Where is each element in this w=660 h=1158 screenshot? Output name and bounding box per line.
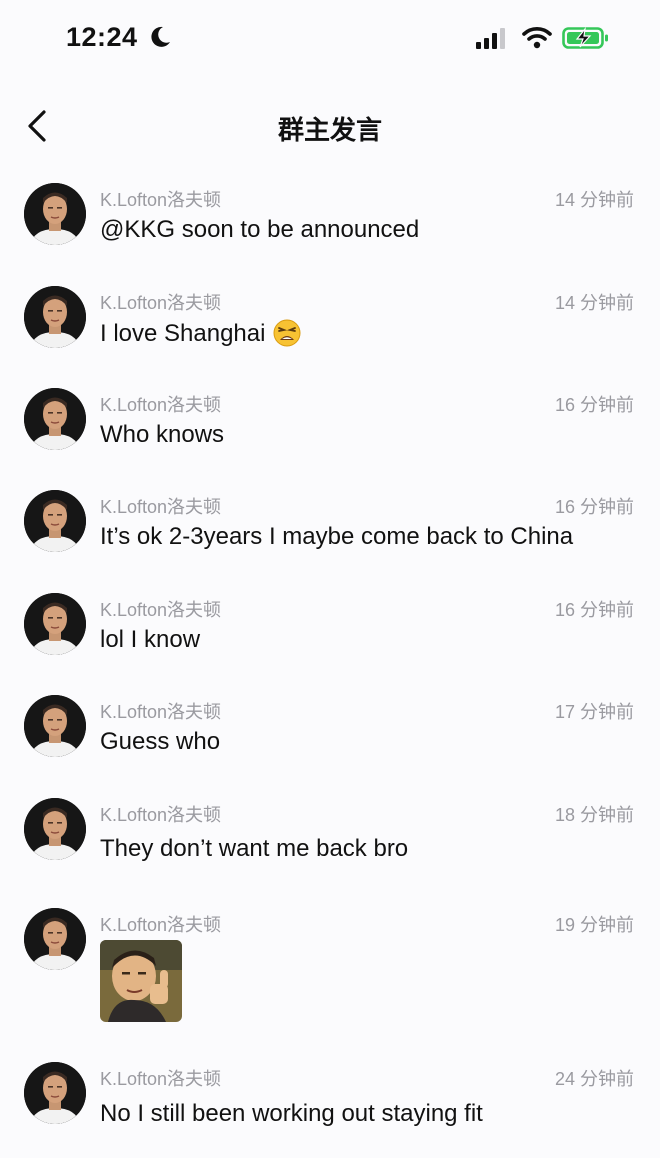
profile-photo-icon (24, 908, 86, 970)
avatar[interactable] (24, 593, 86, 655)
sender-name[interactable]: K.Lofton洛夫顿 (100, 596, 221, 622)
message-time: 14 分钟前 (554, 190, 634, 210)
profile-photo-icon (24, 695, 86, 757)
message-text: Who knows (100, 421, 225, 448)
sender-name[interactable]: K.Lofton洛夫顿 (100, 911, 221, 937)
moon-icon (151, 26, 170, 47)
message-text: No I still been working out staying fit (100, 1100, 483, 1127)
message-time: 16 分钟前 (554, 395, 634, 415)
cellular-signal-icon (476, 28, 505, 49)
message-text: @KKG soon to be announced (100, 216, 420, 243)
message-text-row: I love Shanghai (100, 319, 301, 348)
avatar[interactable] (24, 286, 86, 348)
page-title: 群主发言 (277, 115, 382, 145)
message-text: lol I know (100, 626, 201, 653)
avatar[interactable] (24, 490, 86, 552)
message-text: Guess who (100, 728, 221, 755)
profile-photo-icon (24, 1062, 86, 1124)
message-time: 19 分钟前 (554, 915, 634, 935)
weary-face-emoji-icon (273, 319, 301, 347)
message-time: 18 分钟前 (554, 805, 634, 825)
sender-name[interactable]: K.Lofton洛夫顿 (100, 289, 221, 315)
profile-photo-icon (24, 593, 86, 655)
sender-name[interactable]: K.Lofton洛夫顿 (100, 801, 221, 827)
message-time: 17 分钟前 (554, 702, 634, 722)
message-text: They don’t want me back bro (100, 835, 409, 862)
sender-name[interactable]: K.Lofton洛夫顿 (100, 186, 221, 212)
avatar[interactable] (24, 908, 86, 970)
message-text: It’s ok 2-3years I maybe come back to Ch… (100, 523, 574, 550)
status-time: 12:24 (66, 22, 138, 52)
nav-bar: 群主发言 (0, 96, 660, 156)
message-time: 16 分钟前 (554, 497, 634, 517)
avatar[interactable] (24, 183, 86, 245)
sender-name[interactable]: K.Lofton洛夫顿 (100, 1065, 221, 1091)
profile-photo-icon (24, 490, 86, 552)
message-text: I love Shanghai (100, 320, 266, 347)
profile-photo-icon (24, 388, 86, 450)
sender-name[interactable]: K.Lofton洛夫顿 (100, 391, 221, 417)
status-bar: 12:24 (0, 0, 660, 76)
avatar[interactable] (24, 388, 86, 450)
profile-photo-icon (24, 183, 86, 245)
avatar[interactable] (24, 1062, 86, 1124)
thumbs-up-sticker-image[interactable] (100, 940, 182, 1022)
thumbs-up-sticker-icon (100, 940, 182, 1022)
avatar[interactable] (24, 798, 86, 860)
message-time: 16 分钟前 (554, 600, 634, 620)
avatar[interactable] (24, 695, 86, 757)
profile-photo-icon (24, 286, 86, 348)
battery-charging-icon (562, 26, 608, 49)
profile-photo-icon (24, 798, 86, 860)
sender-name[interactable]: K.Lofton洛夫顿 (100, 698, 221, 724)
wifi-icon (522, 27, 552, 49)
message-time: 14 分钟前 (554, 293, 634, 313)
message-time: 24 分钟前 (554, 1069, 634, 1089)
sender-name[interactable]: K.Lofton洛夫顿 (100, 493, 221, 519)
